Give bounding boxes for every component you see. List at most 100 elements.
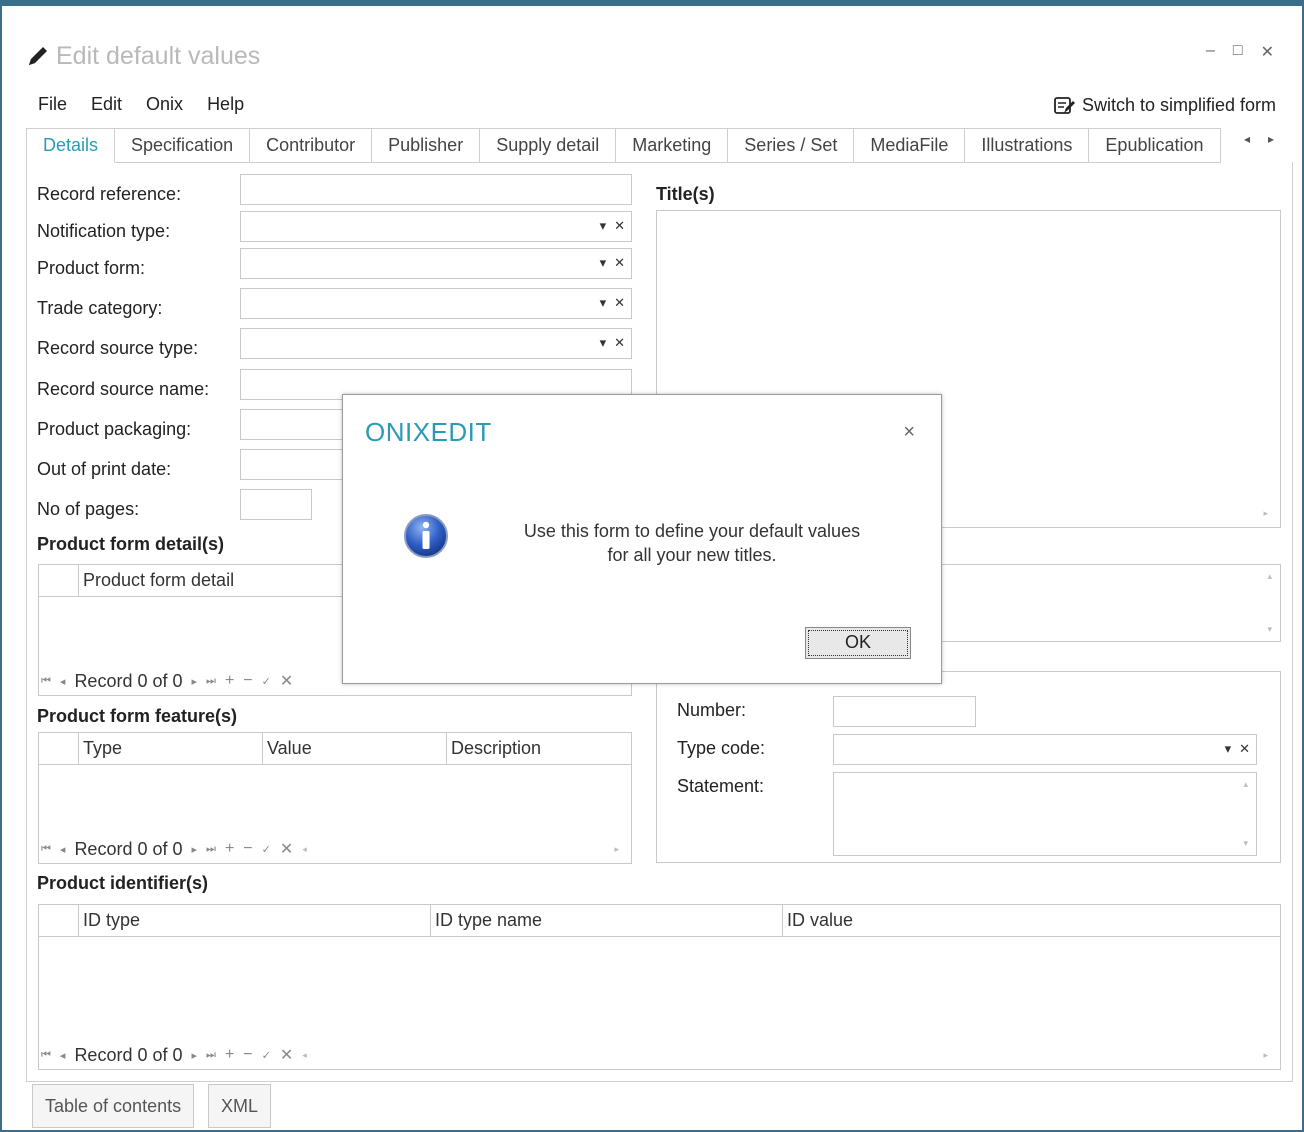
menu-edit[interactable]: Edit bbox=[91, 94, 122, 115]
dropdown-arrow-icon[interactable]: ▾ bbox=[1225, 741, 1232, 757]
dialog-close-button[interactable]: × bbox=[903, 421, 915, 444]
confirm-record-icon[interactable]: ✓ bbox=[262, 1049, 271, 1062]
next-record-icon[interactable]: ▸ bbox=[192, 843, 198, 856]
switch-label: Switch to simplified form bbox=[1081, 95, 1276, 115]
column-header[interactable]: Description bbox=[447, 733, 631, 764]
dialog-title: ONIXEDIT bbox=[365, 417, 492, 447]
clear-icon[interactable]: ✕ bbox=[614, 335, 625, 351]
dropdown-arrow-icon[interactable]: ▾ bbox=[600, 218, 607, 234]
minimize-button[interactable]: – bbox=[1206, 42, 1215, 62]
menu-onix[interactable]: Onix bbox=[146, 94, 183, 115]
tab-publisher[interactable]: Publisher bbox=[372, 128, 481, 163]
tab-epublication[interactable]: Epublication bbox=[1089, 128, 1221, 163]
edit-form-icon bbox=[1054, 96, 1075, 114]
tab-scroll-right-icon[interactable]: ▸ bbox=[1268, 132, 1274, 146]
cancel-record-icon[interactable]: ✕ bbox=[280, 1045, 293, 1065]
prev-record-icon[interactable]: ◂ bbox=[60, 843, 66, 856]
column-header[interactable]: ID value bbox=[783, 905, 1280, 936]
next-record-icon[interactable]: ▸ bbox=[192, 675, 198, 688]
add-record-icon[interactable]: + bbox=[225, 672, 234, 690]
delete-record-icon[interactable]: − bbox=[243, 1046, 252, 1064]
trade-category-label: Trade category: bbox=[37, 298, 163, 318]
clear-icon[interactable]: ✕ bbox=[1239, 741, 1250, 757]
tab-specification[interactable]: Specification bbox=[115, 128, 251, 163]
delete-record-icon[interactable]: − bbox=[243, 672, 252, 690]
ok-button[interactable]: OK bbox=[805, 627, 911, 659]
switch-simplified-form-button[interactable]: Switch to simplified form bbox=[1054, 95, 1276, 116]
xml-button[interactable]: XML bbox=[208, 1084, 272, 1128]
next-record-icon[interactable]: ▸ bbox=[192, 1049, 198, 1062]
type-code-select[interactable]: ▾ ✕ bbox=[833, 734, 1257, 765]
product-packaging-label: Product packaging: bbox=[37, 419, 192, 439]
confirm-record-icon[interactable]: ✓ bbox=[262, 675, 271, 688]
scroll-right-icon[interactable]: ▸ bbox=[1263, 1050, 1268, 1061]
edition-panel: Number: Type code: ▾ ✕ Statement: ▴ ▾ bbox=[656, 671, 1281, 863]
scroll-up-icon[interactable]: ▴ bbox=[1243, 779, 1248, 790]
prev-record-icon[interactable]: ◂ bbox=[60, 675, 66, 688]
delete-record-icon[interactable]: − bbox=[243, 840, 252, 858]
product-identifier-heading: Product identifier(s) bbox=[37, 873, 209, 893]
tab-marketing[interactable]: Marketing bbox=[616, 128, 729, 163]
cancel-record-icon[interactable]: ✕ bbox=[280, 839, 293, 859]
info-dialog: ONIXEDIT × Use this form to define your … bbox=[342, 394, 942, 684]
notification-type-select[interactable]: ▾ ✕ bbox=[240, 211, 632, 242]
clear-icon[interactable]: ✕ bbox=[614, 295, 625, 311]
confirm-record-icon[interactable]: ✓ bbox=[262, 843, 271, 856]
last-record-icon[interactable]: ⏭ bbox=[206, 843, 216, 856]
tab-details[interactable]: Details bbox=[26, 128, 116, 163]
scroll-left-icon[interactable]: ◂ bbox=[302, 844, 307, 855]
clear-icon[interactable]: ✕ bbox=[614, 218, 625, 234]
statement-textarea[interactable]: ▴ ▾ bbox=[833, 772, 1257, 856]
last-record-icon[interactable]: ⏭ bbox=[206, 1049, 216, 1062]
tab-illustrations[interactable]: Illustrations bbox=[965, 128, 1090, 163]
trade-category-select[interactable]: ▾ ✕ bbox=[240, 288, 632, 319]
tab-contributor[interactable]: Contributor bbox=[250, 128, 373, 163]
first-record-icon[interactable]: ⏮ bbox=[41, 1049, 51, 1062]
product-identifier-grid: ID type ID type name ID value ⏮ ◂ Record… bbox=[38, 904, 1281, 1070]
column-header[interactable]: Type bbox=[79, 733, 263, 764]
dropdown-arrow-icon[interactable]: ▾ bbox=[600, 255, 607, 271]
dropdown-arrow-icon[interactable]: ▾ bbox=[600, 335, 607, 351]
tab-scroll-left-icon[interactable]: ◂ bbox=[1244, 132, 1250, 146]
number-input[interactable] bbox=[833, 696, 976, 727]
first-record-icon[interactable]: ⏮ bbox=[41, 843, 51, 856]
column-header[interactable]: ID type name bbox=[431, 905, 783, 936]
clear-icon[interactable]: ✕ bbox=[614, 255, 625, 271]
dropdown-arrow-icon[interactable]: ▾ bbox=[600, 295, 607, 311]
maximize-button[interactable]: □ bbox=[1233, 42, 1243, 62]
last-record-icon[interactable]: ⏭ bbox=[206, 675, 216, 688]
first-record-icon[interactable]: ⏮ bbox=[41, 675, 51, 688]
product-form-feature-grid: Type Value Description ⏮ ◂ Record 0 of 0… bbox=[38, 732, 632, 864]
table-of-contents-button[interactable]: Table of contents bbox=[32, 1084, 195, 1128]
tab-mediafile[interactable]: MediaFile bbox=[854, 128, 966, 163]
menu-help[interactable]: Help bbox=[207, 94, 244, 115]
column-header[interactable]: Value bbox=[263, 733, 447, 764]
scroll-down-icon[interactable]: ▾ bbox=[1243, 838, 1248, 849]
record-source-name-label: Record source name: bbox=[37, 379, 210, 399]
no-of-pages-input[interactable] bbox=[240, 489, 312, 520]
window-controls: – □ ✕ bbox=[1206, 42, 1274, 62]
scroll-down-icon[interactable]: ▾ bbox=[1267, 624, 1272, 635]
record-reference-input[interactable] bbox=[240, 174, 632, 205]
add-record-icon[interactable]: + bbox=[225, 840, 234, 858]
scroll-right-icon[interactable]: ▸ bbox=[1263, 508, 1268, 519]
dialog-message: Use this form to define your default val… bbox=[443, 519, 941, 567]
close-button[interactable]: ✕ bbox=[1261, 42, 1274, 62]
column-header[interactable]: ID type bbox=[79, 905, 431, 936]
record-source-type-select[interactable]: ▾ ✕ bbox=[240, 328, 632, 359]
scroll-up-icon[interactable]: ▴ bbox=[1267, 571, 1272, 582]
scroll-left-icon[interactable]: ◂ bbox=[302, 1050, 307, 1061]
type-code-label: Type code: bbox=[677, 738, 766, 758]
product-form-feature-heading: Product form feature(s) bbox=[37, 706, 238, 726]
cancel-record-icon[interactable]: ✕ bbox=[280, 671, 293, 691]
record-counter: Record 0 of 0 bbox=[74, 838, 183, 859]
product-form-select[interactable]: ▾ ✕ bbox=[240, 248, 632, 279]
add-record-icon[interactable]: + bbox=[225, 1046, 234, 1064]
record-navigator: ⏮ ◂ Record 0 of 0 ▸ ⏭ + − ✓ ✕ ◂ bbox=[41, 837, 307, 861]
tab-supply-detail[interactable]: Supply detail bbox=[480, 128, 617, 163]
tab-series-set[interactable]: Series / Set bbox=[728, 128, 855, 163]
scroll-right-icon[interactable]: ▸ bbox=[614, 844, 619, 855]
record-counter: Record 0 of 0 bbox=[74, 670, 183, 691]
menu-file[interactable]: File bbox=[38, 94, 67, 115]
prev-record-icon[interactable]: ◂ bbox=[60, 1049, 66, 1062]
